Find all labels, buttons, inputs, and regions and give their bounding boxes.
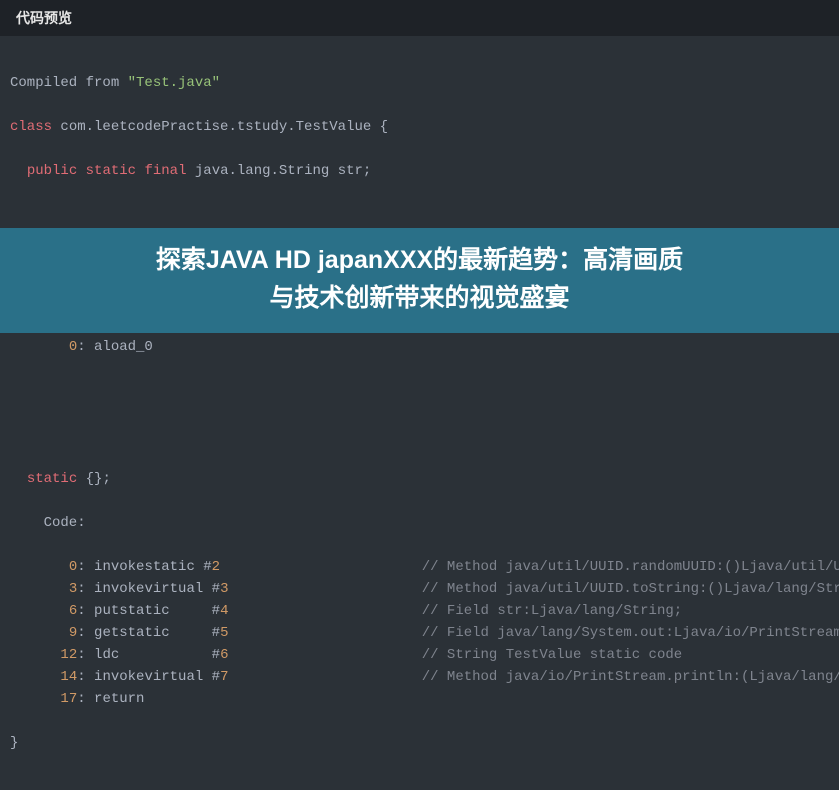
arg: 4: [220, 603, 228, 619]
keyword: public: [27, 163, 77, 179]
instr: ldc: [94, 647, 203, 663]
punct: :: [77, 559, 85, 575]
punct: :: [77, 691, 85, 707]
offset: 6: [60, 603, 77, 619]
code-line: [10, 204, 829, 226]
instr: putstatic: [94, 603, 203, 619]
bytecode-line: 12: ldc #6 // String TestValue static co…: [10, 644, 829, 666]
code-preview: Compiled from "Test.java" class com.leet…: [0, 36, 839, 790]
keyword: class: [10, 119, 52, 135]
comment: // Method java/util/UUID.toString:()Ljav…: [422, 581, 839, 597]
code-line: static {};: [10, 468, 829, 490]
hash: #: [203, 625, 220, 641]
offset: 17: [60, 691, 77, 707]
instr: aload_0: [86, 339, 153, 355]
punct: :: [77, 625, 85, 641]
punct: :: [77, 339, 85, 355]
comment: // Method java/util/UUID.randomUUID:()Lj…: [422, 559, 839, 575]
code-line: Code:: [10, 512, 829, 534]
comment: // Field java/lang/System.out:Ljava/io/P…: [422, 625, 839, 641]
code-line: class com.leetcodePractise.tstudy.TestVa…: [10, 116, 829, 138]
punct: :: [77, 647, 85, 663]
instr: return: [94, 691, 144, 707]
bytecode-line: 9: getstatic #5 // Field java/lang/Syste…: [10, 622, 829, 644]
punct: :: [77, 581, 85, 597]
hash: #: [203, 647, 220, 663]
code-line: [10, 424, 829, 446]
hash: #: [203, 581, 220, 597]
bytecode-line: 6: putstatic #4 // Field str:Ljava/lang/…: [10, 600, 829, 622]
offset: 12: [60, 647, 77, 663]
text: Compiled from: [10, 75, 128, 91]
keyword: final: [144, 163, 186, 179]
label: Code: [10, 515, 77, 531]
hash: #: [203, 603, 220, 619]
keyword: static: [86, 163, 136, 179]
offset: 0: [60, 559, 77, 575]
hash: #: [203, 559, 211, 575]
arg: 6: [220, 647, 228, 663]
code-line: 0: aload_0: [10, 336, 829, 358]
punct: {};: [77, 471, 111, 487]
instr: getstatic: [94, 625, 203, 641]
code-line: [10, 380, 829, 402]
code-line: Compiled from "Test.java": [10, 72, 829, 94]
offset: 9: [60, 625, 77, 641]
type: java.lang.String str: [186, 163, 362, 179]
close-brace: }: [10, 735, 18, 751]
keyword: static: [27, 471, 77, 487]
hash: #: [203, 669, 220, 685]
arg: 7: [220, 669, 228, 685]
overlay-banner: 探索JAVA HD japanXXX的最新趋势：高清画质 与技术创新带来的视觉盛…: [0, 228, 839, 333]
banner-line1: 探索JAVA HD japanXXX的最新趋势：高清画质: [20, 242, 819, 280]
header-bar: 代码预览: [0, 0, 839, 36]
offset: 3: [60, 581, 77, 597]
offset: 14: [60, 669, 77, 685]
arg: 5: [220, 625, 228, 641]
comment: // Field str:Ljava/lang/String;: [422, 603, 682, 619]
punct: :: [77, 669, 85, 685]
class-name: com.leetcodePractise.tstudy.TestValue {: [52, 119, 388, 135]
punct: :: [77, 515, 85, 531]
code-line: }: [10, 732, 829, 754]
banner-line2: 与技术创新带来的视觉盛宴: [20, 280, 819, 318]
string-literal: "Test.java": [128, 75, 220, 91]
bytecode-rows: 0: invokestatic #2 // Method java/util/U…: [10, 556, 829, 710]
instr: invokevirtual: [94, 669, 203, 685]
instr: invokevirtual: [94, 581, 203, 597]
comment: // String TestValue static code: [422, 647, 682, 663]
offset: 0: [69, 339, 77, 355]
bytecode-line: 14: invokevirtual #7 // Method java/io/P…: [10, 666, 829, 688]
arg: 2: [212, 559, 220, 575]
bytecode-line: 17: return: [10, 688, 829, 710]
comment: // Method java/io/PrintStream.println:(L…: [422, 669, 839, 685]
punct: ;: [363, 163, 371, 179]
bytecode-line: 0: invokestatic #2 // Method java/util/U…: [10, 556, 829, 578]
arg: 3: [220, 581, 228, 597]
header-title: 代码预览: [16, 10, 72, 26]
punct: :: [77, 603, 85, 619]
code-line: public static final java.lang.String str…: [10, 160, 829, 182]
instr: invokestatic: [94, 559, 203, 575]
bytecode-line: 3: invokevirtual #3 // Method java/util/…: [10, 578, 829, 600]
